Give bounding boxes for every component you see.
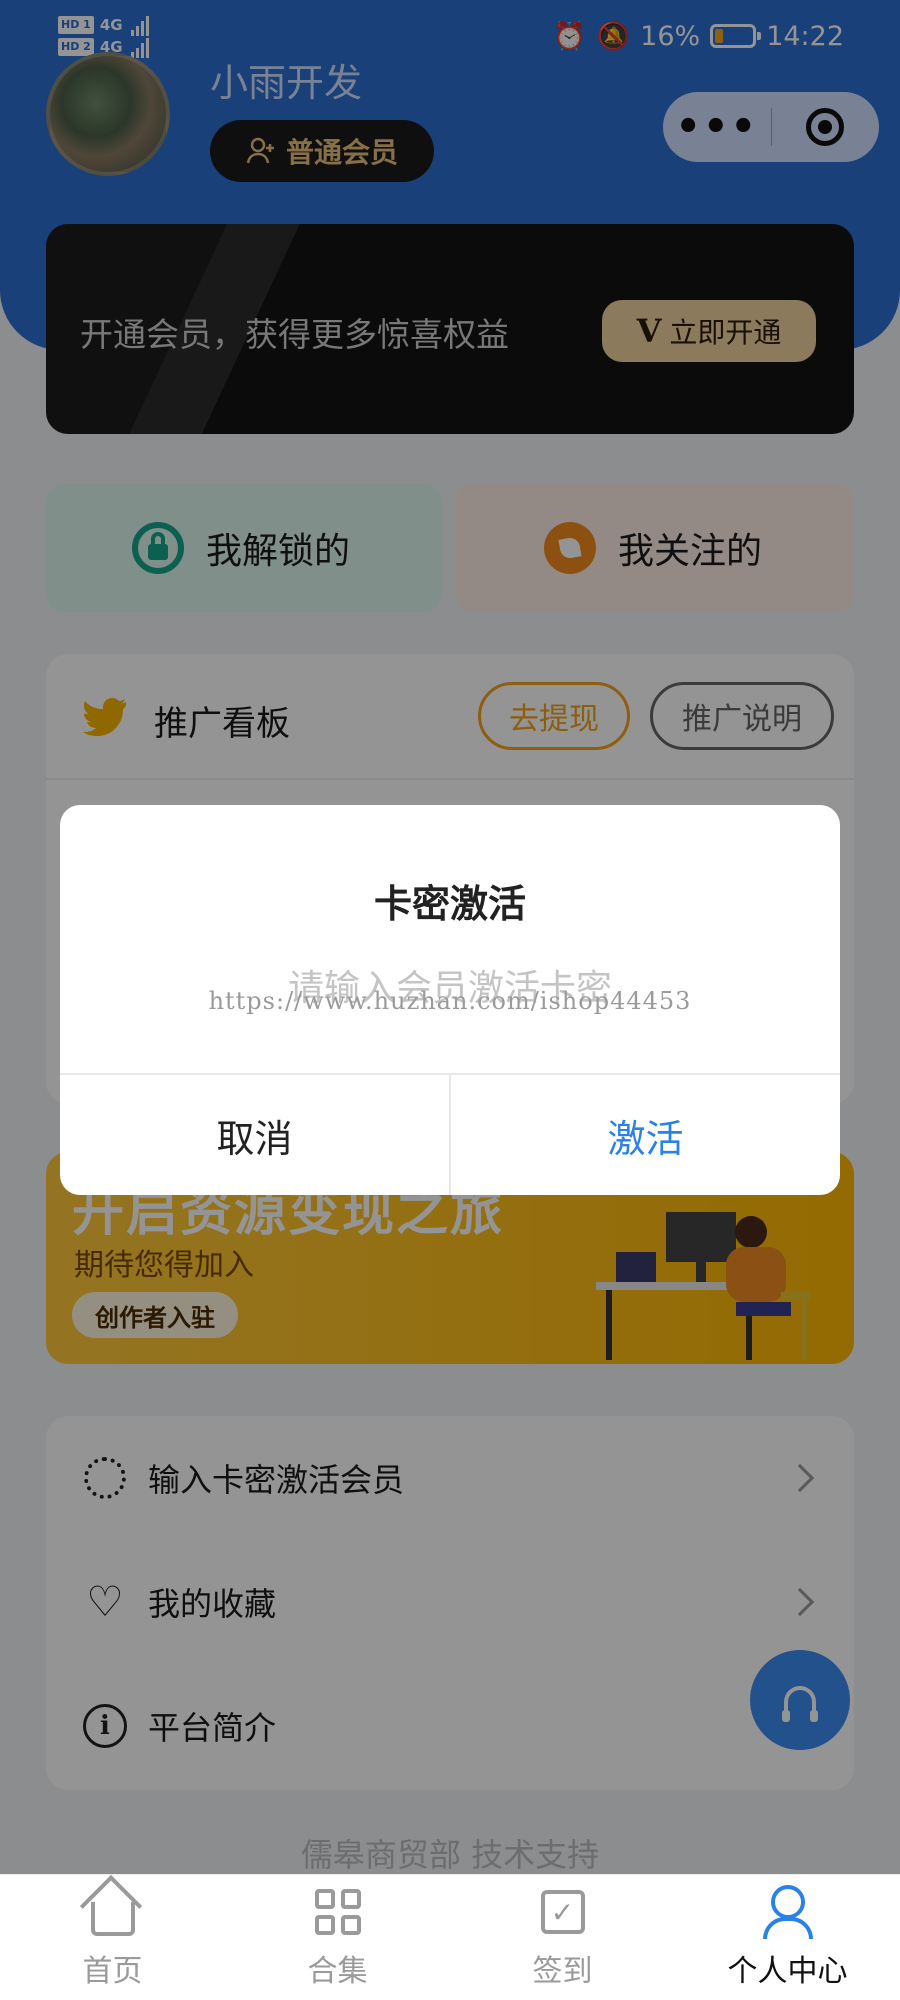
grid-icon [314, 1889, 361, 1935]
dialog-title: 卡密激活 [373, 882, 526, 926]
home-icon [90, 1902, 135, 1936]
activate-button[interactable]: 激活 [451, 1075, 840, 1195]
tab-label: 首页 [82, 1954, 143, 1989]
checkbox-icon: ✓ [540, 1890, 585, 1934]
cancel-button[interactable]: 取消 [60, 1075, 451, 1195]
tab-profile[interactable]: 个人中心 [675, 1875, 900, 2000]
person-icon [762, 1885, 813, 1939]
tab-label: 合集 [307, 1954, 368, 1989]
card-key-input[interactable] [100, 953, 800, 1023]
tab-label: 签到 [532, 1954, 593, 1989]
tab-collection[interactable]: 合集 [225, 1875, 450, 2000]
tab-bar: 首页 合集 ✓ 签到 个人中心 [0, 1874, 900, 2000]
tab-checkin[interactable]: ✓ 签到 [450, 1875, 675, 2000]
activate-card-dialog: 卡密激活 https://www.huzhan.com/ishop44453 取… [60, 805, 840, 1195]
tab-home[interactable]: 首页 [0, 1875, 225, 2000]
tab-label: 个人中心 [727, 1954, 848, 1989]
dialog-actions: 取消 激活 [60, 1073, 840, 1195]
